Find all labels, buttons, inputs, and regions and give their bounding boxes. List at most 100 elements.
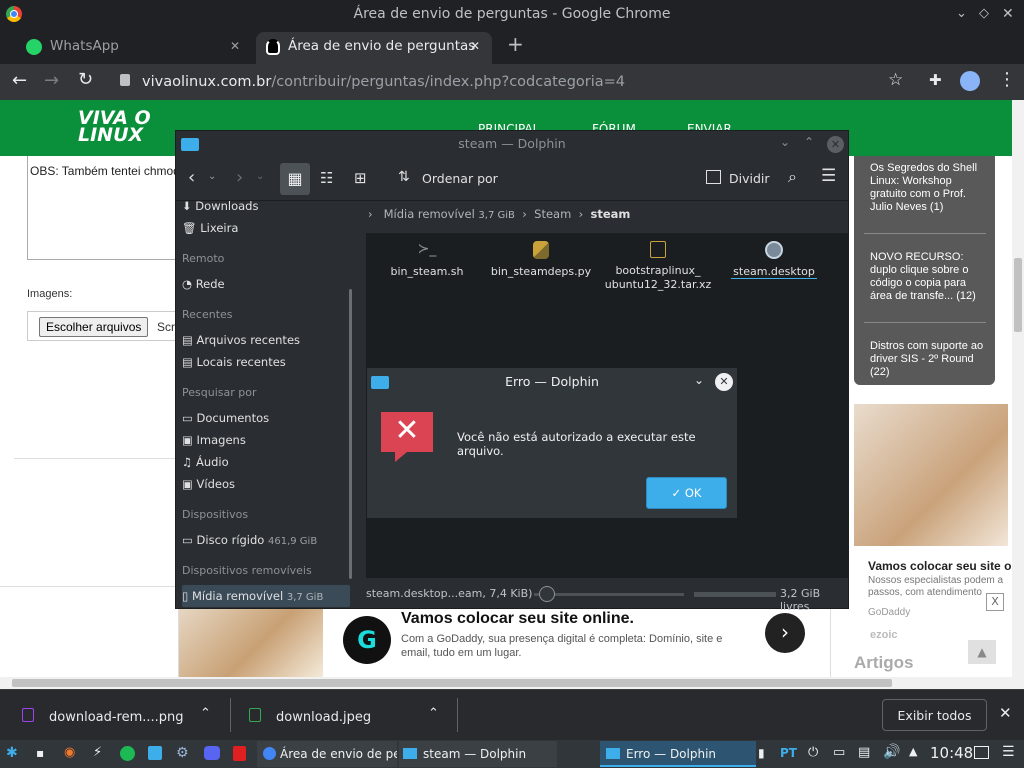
app-launcher-icon[interactable]: ✱ — [6, 745, 18, 761]
sidebar-item-recent-files[interactable]: ▤ Arquivos recentes — [182, 329, 350, 351]
task-chrome[interactable]: Área de envio de perg — [257, 741, 397, 767]
sidebar-item-network[interactable]: ◔ Rede — [182, 273, 350, 295]
sidebar-link[interactable]: Os Segredos do Shell Linux: Workshop gra… — [870, 162, 986, 214]
new-tab-icon[interactable]: + — [507, 32, 524, 56]
sidebar-item-images[interactable]: ▣ Imagens — [182, 429, 350, 451]
zoom-slider-handle[interactable] — [539, 586, 555, 602]
cat-icon[interactable]: ▪ — [36, 746, 44, 760]
sidebar-item-trash[interactable]: 🗑 Lixeira — [182, 217, 350, 239]
task-error-dialog[interactable]: Erro — Dolphin — [600, 741, 756, 767]
compact-view-icon[interactable]: ☷ — [320, 169, 333, 187]
tab-close-icon[interactable]: ✕ — [470, 32, 480, 60]
profile-avatar[interactable] — [960, 71, 980, 91]
chevron-up-icon[interactable]: ⌃ — [200, 706, 211, 721]
ad-close-button[interactable]: X — [986, 593, 1004, 611]
horizontal-scrollbar[interactable] — [0, 677, 1024, 689]
sidebar-link[interactable]: Distros com suporte ao driver SIS - 2º R… — [870, 340, 986, 379]
sort-icon[interactable]: ⇅ — [398, 169, 410, 185]
discord-icon[interactable] — [204, 746, 220, 760]
close-icon[interactable]: ✕ — [1002, 0, 1014, 28]
sidebar-item-documents[interactable]: ▭ Documentos — [182, 407, 350, 429]
sidebar-item-hard-disk[interactable]: ▭ Disco rígido 461,9 GiB — [182, 529, 350, 551]
sidebar-item-videos[interactable]: ▣ Vídeos — [182, 473, 350, 495]
sidebar-scrollbar[interactable] — [349, 289, 352, 579]
spotify-icon[interactable] — [120, 746, 135, 761]
chevron-up-icon[interactable]: ⌃ — [428, 706, 439, 721]
minimize-icon[interactable]: ⌄ — [780, 135, 790, 149]
clipboard-icon[interactable]: ▮ — [758, 746, 765, 760]
vertical-scrollbar[interactable] — [1012, 100, 1024, 677]
pdf-icon[interactable] — [233, 746, 246, 761]
file-item[interactable]: bin_steamdeps.py — [486, 241, 596, 278]
bookmark-star-icon[interactable]: ☆ — [888, 70, 903, 90]
hamburger-menu-icon[interactable]: ☰ — [821, 166, 836, 186]
breadcrumb-current[interactable]: steam — [591, 207, 631, 221]
ad-next-button[interactable]: › — [765, 613, 805, 653]
show-desktop-icon[interactable] — [974, 746, 989, 759]
notes-icon[interactable]: ▤ — [858, 745, 870, 760]
tab-close-icon[interactable]: ✕ — [230, 32, 240, 60]
display-icon[interactable]: ▭ — [833, 745, 845, 760]
back-icon[interactable]: ← — [12, 70, 27, 91]
file-item-selected[interactable]: steam.desktop — [728, 241, 820, 279]
vmware-icon[interactable] — [148, 746, 162, 760]
close-icon[interactable]: ✕ — [715, 373, 733, 391]
reload-icon[interactable]: ↻ — [78, 69, 93, 90]
close-icon[interactable]: ✕ — [827, 136, 844, 153]
file-item[interactable]: bootstraplinux_ ubuntu12_32.tar.xz — [602, 241, 714, 292]
breadcrumb-item[interactable]: Steam — [534, 207, 571, 221]
forward-icon[interactable]: › — [236, 167, 243, 188]
sidebar-item-recent-locations[interactable]: ▤ Locais recentes — [182, 351, 350, 373]
zoom-slider[interactable] — [534, 593, 684, 596]
chevron-down-icon[interactable]: ⌄ — [208, 171, 216, 182]
sidebar-item-removable[interactable]: ▯ Mídia removível 3,7 GiB — [182, 585, 350, 607]
file-item[interactable]: ≻_ bin_steam.sh — [380, 241, 474, 278]
tab-whatsapp[interactable]: WhatsApp ✕ — [18, 32, 250, 64]
blender-icon[interactable]: ◉ — [64, 745, 75, 760]
forward-icon[interactable]: → — [44, 70, 59, 91]
bottom-ad[interactable]: G Vamos colocar seu site online. Com a G… — [178, 608, 831, 677]
download-item[interactable]: download.jpeg — [276, 710, 371, 725]
show-all-button[interactable]: Exibir todos — [882, 699, 987, 731]
tux-icon — [266, 39, 280, 55]
chevron-down-icon[interactable]: ⌄ — [256, 171, 264, 182]
side-ad-image[interactable] — [854, 404, 1008, 546]
keyboard-layout[interactable]: PT — [780, 746, 797, 760]
maximize-icon[interactable]: ⌃ — [804, 135, 814, 149]
minimize-icon[interactable]: ⌄ — [956, 0, 967, 28]
tab-active[interactable]: Área de envio de perguntas ✕ — [256, 32, 492, 64]
maximize-icon[interactable]: ◇ — [979, 0, 989, 28]
scroll-thumb[interactable] — [1014, 258, 1022, 332]
lightning-icon[interactable]: ⚡ — [93, 745, 102, 760]
volume-icon[interactable]: 🔊 — [883, 744, 900, 760]
sidebar-item-audio[interactable]: ♫ Áudio — [182, 451, 350, 473]
back-icon[interactable]: ‹ — [188, 167, 195, 188]
details-view-icon[interactable]: ⊞ — [354, 169, 367, 187]
minimize-icon[interactable]: ⌄ — [694, 373, 704, 387]
scroll-top-button[interactable]: ▲ — [968, 640, 996, 664]
download-item[interactable]: download-rem....png — [49, 710, 184, 725]
power-icon[interactable]: ⏻ — [808, 745, 818, 760]
search-icon[interactable]: ⌕ — [788, 167, 797, 187]
sidebar-item-downloads[interactable]: ⬇ Downloads — [182, 201, 350, 217]
side-ad-title[interactable]: Vamos colocar seu site o — [868, 559, 1012, 573]
menu-icon[interactable]: ☰ — [1002, 744, 1015, 760]
breadcrumb-item[interactable]: Mídia removível — [384, 207, 475, 221]
menu-kebab-icon[interactable]: ⋮ — [998, 69, 1016, 90]
ok-button[interactable]: ✓ OK — [646, 477, 727, 509]
extensions-icon[interactable]: ✚ — [929, 71, 942, 89]
expand-tray-icon[interactable]: ▲ — [909, 745, 917, 758]
site-logo[interactable]: VIVA O LINUX — [78, 109, 151, 145]
task-dolphin[interactable]: steam — Dolphin — [399, 741, 557, 767]
clock[interactable]: 10:48 — [930, 744, 973, 762]
sidebar-link[interactable]: NOVO RECURSO: duplo clique sobre o códig… — [870, 251, 986, 303]
sort-button[interactable]: Ordenar por — [422, 171, 498, 186]
choose-files-button[interactable]: Escolher arquivos — [39, 317, 149, 337]
close-icon[interactable]: ✕ — [999, 704, 1012, 722]
address-bar[interactable]: vivaolinux.com.br/contribuir/perguntas/i… — [110, 68, 880, 96]
settings-icon[interactable]: ⚙ — [176, 745, 189, 761]
icons-view-button[interactable]: ▦ — [280, 163, 310, 195]
split-button[interactable]: Dividir — [729, 171, 770, 186]
split-icon[interactable] — [706, 170, 721, 184]
scroll-thumb[interactable] — [12, 679, 892, 687]
